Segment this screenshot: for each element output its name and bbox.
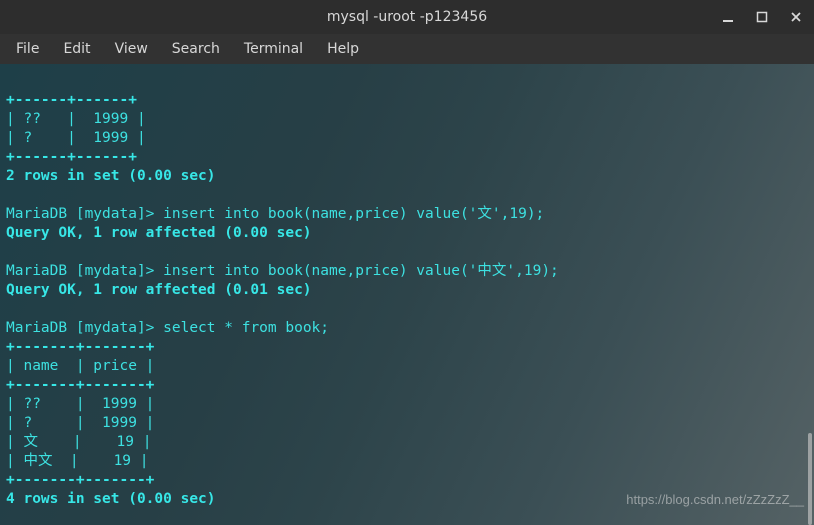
table-row: | ?? | 1999 |: [6, 111, 146, 127]
menu-file[interactable]: File: [6, 37, 49, 61]
table-border: +-------+-------+: [6, 472, 154, 488]
title-bar: mysql -uroot -p123456: [0, 0, 814, 34]
query-ok: Query OK, 1 row affected (0.01 sec): [6, 282, 312, 298]
scroll-thumb[interactable]: [808, 433, 812, 525]
menu-view[interactable]: View: [105, 37, 158, 61]
watermark: https://blog.csdn.net/zZzZzZ__: [626, 490, 804, 509]
window-title: mysql -uroot -p123456: [327, 9, 487, 25]
window-controls: [716, 0, 808, 34]
table-border: +------+------+: [6, 149, 137, 165]
table-border: +------+------+: [6, 92, 137, 108]
minimize-icon: [722, 11, 734, 23]
menu-terminal[interactable]: Terminal: [234, 37, 313, 61]
terminal-output[interactable]: +------+------+ | ?? | 1999 | | ? | 1999…: [0, 64, 814, 525]
table-row: | 文 | 19 |: [6, 434, 151, 450]
table-row: | ? | 1999 |: [6, 415, 154, 431]
table-header: | name | price |: [6, 358, 154, 374]
table-row: | 中文 | 19 |: [6, 453, 149, 469]
menu-edit[interactable]: Edit: [53, 37, 100, 61]
result-summary: 2 rows in set (0.00 sec): [6, 168, 216, 184]
maximize-button[interactable]: [750, 5, 774, 29]
menu-bar: File Edit View Search Terminal Help: [0, 34, 814, 64]
db-prompt: MariaDB [mydata]>: [6, 320, 163, 336]
maximize-icon: [756, 11, 768, 23]
db-prompt: MariaDB [mydata]>: [6, 263, 163, 279]
menu-help[interactable]: Help: [317, 37, 369, 61]
sql-statement: select * from book;: [163, 320, 329, 336]
table-border: +-------+-------+: [6, 377, 154, 393]
table-row: | ? | 1999 |: [6, 130, 146, 146]
scrollbar[interactable]: [808, 64, 812, 525]
query-ok: Query OK, 1 row affected (0.00 sec): [6, 225, 312, 241]
close-icon: [790, 11, 802, 23]
sql-statement: insert into book(name,price) value('文',1…: [163, 206, 544, 222]
close-button[interactable]: [784, 5, 808, 29]
menu-search[interactable]: Search: [162, 37, 230, 61]
db-prompt: MariaDB [mydata]>: [6, 206, 163, 222]
minimize-button[interactable]: [716, 5, 740, 29]
table-border: +-------+-------+: [6, 339, 154, 355]
sql-statement: insert into book(name,price) value('中文',…: [163, 263, 559, 279]
table-row: | ?? | 1999 |: [6, 396, 154, 412]
result-summary: 4 rows in set (0.00 sec): [6, 491, 216, 507]
